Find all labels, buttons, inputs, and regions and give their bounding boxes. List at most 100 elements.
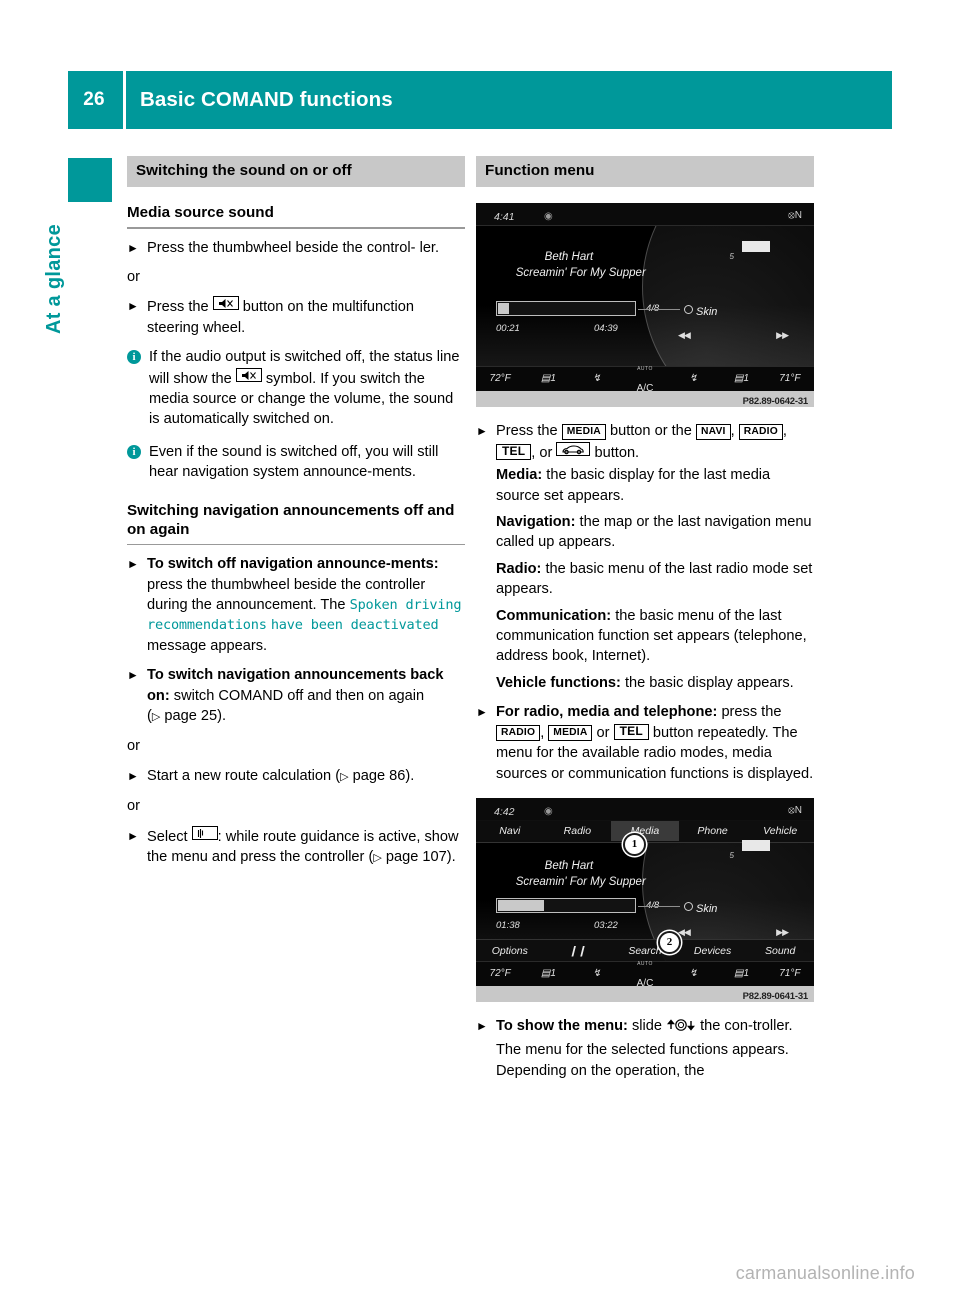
climate-fan-right: ▤1 [734,967,750,979]
tel-button-key[interactable]: TEL [496,444,532,461]
definition-text: the basic display appears. [624,674,794,691]
menu-item-radio[interactable]: Radio [544,821,612,841]
step-text-pre: Select [147,828,188,845]
skip-forward-icon[interactable]: ▶▶ [776,325,789,345]
time-elapsed: 01:38 [496,919,520,931]
or-connector-2: or [127,738,140,755]
playback-progress [496,897,636,913]
step-text-or: , or [531,444,553,461]
step-text-2: button repeatedly. The menu for the avai… [496,724,814,782]
step-text-or: or [596,724,610,741]
step-text-tail: ). [446,849,456,866]
page-ref-arrow-icon: ▷ [340,770,349,783]
climate-ac-sub: AUTO [637,960,653,967]
definition-label: Radio: [496,560,542,577]
step-text: Start a new route calculation ( [147,767,341,784]
mute-speaker-icon [212,296,239,311]
time-elapsed: 00:21 [496,323,520,335]
note-text: Even if the sound is switched off, you w… [149,443,439,481]
step-arrow-icon: ► [127,768,139,783]
step-text-tail: ). [217,708,227,724]
chapter-tab-label: At a glance [43,224,65,334]
source-bullet-icon [684,901,693,911]
radio-button-key[interactable]: RADIO [738,423,783,440]
subheading-switching-nav-announcements: Switching navigation announcements off a… [127,501,455,539]
compass-direction: N [794,804,802,816]
step-arrow-icon: ► [476,705,488,720]
step-press-source-buttons: ► Press the MEDIA button or the NAVI, RA… [476,421,814,693]
page-reference-86[interactable]: ▷ page 86 [340,768,405,784]
step-press-mute-button: ► Press the button on the multifunction … [127,296,465,338]
definition-navigation: Navigation: the map or the last navigati… [496,512,814,553]
step-text-post: button on the multifunction [242,299,414,316]
vehicle-car-icon[interactable] [556,441,591,456]
menu-item-media[interactable]: Media [611,820,679,842]
media-button-key[interactable]: MEDIA [548,725,593,742]
step-text: Press the thumbwheel beside the control- [147,239,416,256]
skip-back-icon[interactable]: ◀◀ [678,325,691,345]
page-reference-label: page 25 [164,708,218,724]
progress-bar-track [496,301,636,317]
step-text-the: The [320,596,346,613]
figure-caption-text: P82.89-0642-31 [742,396,809,408]
media-button-key[interactable]: MEDIA [561,423,606,440]
climate-ac-status: AUTO A/C [621,359,669,391]
section-heading-sound: Switching the sound on or off [127,156,465,188]
page-reference-107[interactable]: ▷ page 107 [373,849,446,865]
menu-item-navi[interactable]: Navi [476,821,544,841]
figure-function-menu-display: 4:42 ◉ ⦻N Navi Radio Media Phone Vehicle… [476,797,814,1002]
climate-fan-right: ▤1 [734,373,750,385]
playback-progress [496,301,636,317]
climate-fan-left-value: 1 [550,967,556,979]
step-start-new-route-calculation: ► Start a new route calculation (▷ page … [127,766,465,787]
definition-label: Navigation: [496,514,576,531]
climate-airflow-right-icon: ↯ [689,967,698,979]
climate-fan-right-value: 1 [743,967,750,979]
source-name: Skin [696,902,718,915]
menu-item-sound[interactable]: Sound [746,941,814,961]
progress-bar-track [496,897,636,913]
page-reference-25[interactable]: ▷ page 25 [152,708,217,724]
progress-bar-fill [498,899,544,911]
footer-watermark: carmanualsonline.info [735,1263,915,1283]
step-arrow-icon: ► [127,557,139,572]
menu-item-devices[interactable]: Devices [679,941,747,961]
screen-connector-line [638,309,680,311]
climate-ac-label: A/C [636,977,654,986]
step-arrow-icon: ► [476,424,488,439]
progress-bar-fill [498,303,510,315]
menu-item-options[interactable]: Options [476,941,544,961]
definition-text: the basic menu of the last radio mode se… [496,560,813,598]
note-nav-announcements-audible: i Even if the sound is switched off, you… [127,442,465,483]
climate-fan-left: ▤1 [540,967,556,979]
status-compass-icon: ⦻N [788,804,802,816]
climate-fan-left: ▤1 [540,373,556,385]
climate-airflow-left-icon: ↯ [592,373,601,385]
climate-temp-left: 72°F [489,373,511,385]
screen-status-bar: 4:41 ◉ ⦻N [476,203,814,227]
step-switch-off-nav-announcements: ► To switch off navigation announce-ment… [127,554,465,656]
navi-button-key[interactable]: NAVI [695,423,731,440]
now-playing-track: Screamin' For My Supper [515,267,646,280]
step-text-tail: ). [405,767,415,784]
step-text-cont: ler. [419,239,440,256]
now-playing-track: Screamin' For My Supper [515,875,646,888]
or-connector-3: or [127,798,140,815]
comand-screen-2: 4:42 ◉ ⦻N Navi Radio Media Phone Vehicle… [476,797,814,986]
menu-item-vehicle[interactable]: Vehicle [746,821,814,841]
status-time: 4:41 [494,211,515,224]
skip-buttons: ◀◀ ▶▶ [678,325,789,345]
step-text-2: the con-troller. [700,1017,793,1034]
subheading-rule [127,543,465,546]
time-total: 04:39 [594,323,618,335]
page-number: 26 [83,89,105,110]
voice-announcement-icon [191,825,218,840]
mute-speaker-icon [235,367,262,382]
step-arrow-icon: ► [127,828,139,843]
definition-radio: Radio: the basic menu of the last radio … [496,559,814,600]
menu-item-pause-icon[interactable]: ❙❙ [544,941,612,961]
radio-button-key[interactable]: RADIO [496,725,541,742]
menu-item-phone[interactable]: Phone [679,821,747,841]
tel-button-key[interactable]: TEL [613,724,649,741]
page-ref-arrow-icon: ▷ [373,852,382,865]
